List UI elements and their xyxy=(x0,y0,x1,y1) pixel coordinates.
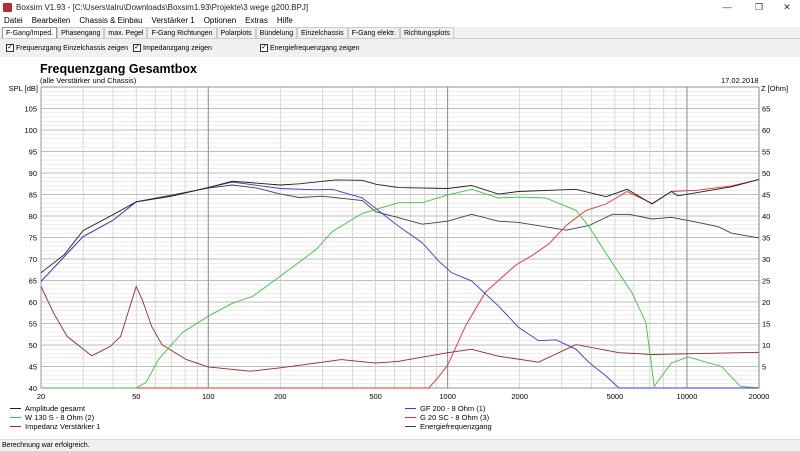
y2-tick-label: 40 xyxy=(762,212,770,221)
y2-tick-label: 30 xyxy=(762,255,770,264)
x-tick-label: 1000 xyxy=(439,392,456,401)
legend-swatch xyxy=(10,426,21,427)
series-line-g-20-sc-8-ohm-3- xyxy=(41,179,760,389)
y-tick-label: 70 xyxy=(29,255,37,264)
y-tick-label: 90 xyxy=(29,169,37,178)
legend-item: Amplitude gesamt xyxy=(10,404,85,413)
y2-axis-label: Z [Ohm] xyxy=(761,84,788,93)
legend-swatch xyxy=(405,408,416,409)
y-tick-label: 60 xyxy=(29,298,37,307)
y2-tick-label: 60 xyxy=(762,126,770,135)
frequency-response-chart: 20 50 100 200 500 1000 2000 5000 10000 20000 40 45 5… xyxy=(9,84,788,401)
y-tick-label: 50 xyxy=(29,341,37,350)
legend-swatch xyxy=(10,417,21,418)
legend-item: GF 200 - 8 Ohm (1) xyxy=(405,404,485,413)
x-tick-label: 20000 xyxy=(749,392,770,401)
legend-item: Impedanz Verstärker 1 xyxy=(10,422,100,431)
legend-label: Amplitude gesamt xyxy=(25,404,86,413)
y-tick-label: 100 xyxy=(24,126,37,135)
y2-tick-label: 65 xyxy=(762,105,770,114)
x-tick-label: 20 xyxy=(37,392,45,401)
y-tick-label: 40 xyxy=(29,384,37,393)
y2-tick-label: 10 xyxy=(762,341,770,350)
y-tick-label: 45 xyxy=(29,363,37,372)
x-tick-label: 500 xyxy=(369,392,382,401)
legend-label: Impedanz Verstärker 1 xyxy=(25,422,101,431)
y-tick-label: 85 xyxy=(29,191,37,200)
y-axis-label: SPL [dB] xyxy=(9,84,38,93)
x-tick-label: 10000 xyxy=(677,392,698,401)
y2-tick-label: 35 xyxy=(762,234,770,243)
y-tick-label: 75 xyxy=(29,234,37,243)
y2-tick-label: 20 xyxy=(762,298,770,307)
y2-tick-label: 25 xyxy=(762,277,770,286)
x-tick-label: 200 xyxy=(274,392,287,401)
legend-label: Energiefrequenzgang xyxy=(420,422,492,431)
legend-item: Energiefrequenzgang xyxy=(405,422,492,431)
y2-tick-label: 55 xyxy=(762,148,770,157)
y2-tick-label: 5 xyxy=(762,363,766,372)
series-line-impedanz-verst-rker-1 xyxy=(40,285,760,372)
y-tick-label: 80 xyxy=(29,212,37,221)
legend-item: W 130 S - 8 Ohm (2) xyxy=(10,413,94,422)
y2-tick-label: 50 xyxy=(762,169,770,178)
y-tick-label: 95 xyxy=(29,148,37,157)
x-tick-label: 50 xyxy=(132,392,140,401)
legend-swatch xyxy=(10,408,21,409)
legend-label: G 20 SC - 8 Ohm (3) xyxy=(420,413,490,422)
y-tick-label: 105 xyxy=(24,105,37,114)
x-tick-label: 100 xyxy=(202,392,215,401)
y2-tick-label: 45 xyxy=(762,191,770,200)
legend-swatch xyxy=(405,417,416,418)
legend-label: W 130 S - 8 Ohm (2) xyxy=(25,413,95,422)
y-tick-label: 55 xyxy=(29,320,37,329)
y-tick-label: 65 xyxy=(29,277,37,286)
x-tick-label: 5000 xyxy=(607,392,624,401)
status-bar: Berechnung war erfolgreich. xyxy=(0,439,800,450)
y2-tick-label: 15 xyxy=(762,320,770,329)
legend-item: G 20 SC - 8 Ohm (3) xyxy=(405,413,489,422)
legend-swatch xyxy=(405,426,416,427)
legend-label: GF 200 - 8 Ohm (1) xyxy=(420,404,486,413)
x-tick-label: 2000 xyxy=(511,392,528,401)
